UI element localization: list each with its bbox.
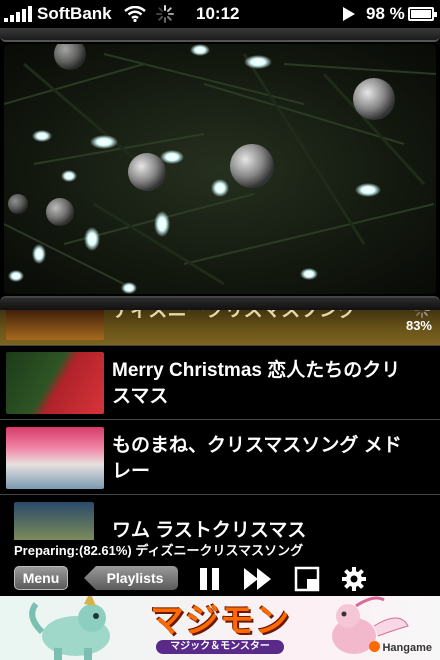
ad-subtitle: マジック＆モンスター	[156, 640, 284, 654]
ad-brand: Hangame	[369, 641, 432, 654]
now-playing-icon	[343, 7, 355, 21]
playlists-back-button[interactable]: Playlists	[84, 566, 178, 590]
video-thumbnail	[6, 310, 104, 340]
list-item-title: ワム ラストクリスマス	[112, 520, 307, 540]
status-text: Preparing:(82.61%) ディズニークリスマスソング	[14, 543, 304, 558]
video-thumbnail	[6, 427, 104, 489]
clock: 10:12	[196, 4, 240, 23]
list-item[interactable]: Merry Christmas 恋人たちのクリスマス	[0, 346, 440, 420]
video-thumbnail	[6, 352, 104, 414]
list-item[interactable]: ものまね、クリスマスソング メドレー	[0, 421, 440, 495]
status-bar: SoftBank 10:12 98 %	[0, 0, 440, 28]
wifi-icon	[123, 6, 146, 22]
player-toolbar: Menu Playlists	[0, 560, 440, 596]
ad-brand-label: Hangame	[382, 642, 432, 654]
ad-character-left-image	[29, 596, 110, 660]
settings-gear-icon[interactable]	[341, 566, 367, 592]
loading-spinner-icon	[414, 310, 430, 318]
list-item-title: ものまね、クリスマスソング メドレー	[112, 435, 402, 482]
ad-logo: マジモン	[150, 601, 290, 641]
battery-icon	[408, 7, 437, 21]
list-top-frame	[0, 296, 440, 310]
download-progress: 83%	[405, 318, 432, 333]
playlist-list[interactable]: ディズニークリスマスソング 83% Merry Christmas 恋人たちのク…	[0, 310, 440, 540]
player-top-frame	[0, 28, 440, 42]
video-player[interactable]	[4, 44, 436, 294]
fast-forward-icon[interactable]	[243, 566, 273, 592]
window-size-icon[interactable]	[294, 566, 320, 592]
video-thumbnail	[14, 502, 94, 540]
ad-banner[interactable]: マジモン マジック＆モンスター Hangame	[0, 596, 440, 660]
hangame-logo-icon	[369, 641, 381, 652]
activity-spinner-icon	[155, 5, 174, 23]
menu-button[interactable]: Menu	[14, 566, 68, 590]
battery-percentage: 98 %	[366, 4, 405, 23]
signal-strength-icon	[4, 6, 32, 22]
list-item[interactable]: ディズニークリスマスソング 83%	[0, 310, 440, 346]
list-item-title: ディズニークリスマスソング	[112, 310, 358, 321]
list-item-title: Merry Christmas 恋人たちのクリスマス	[112, 360, 401, 407]
list-item[interactable]: ワム ラストクリスマス	[0, 496, 440, 540]
carrier-name: SoftBank	[37, 4, 112, 23]
video-frame-christmas-tree	[4, 44, 436, 294]
pause-icon[interactable]	[197, 566, 223, 592]
